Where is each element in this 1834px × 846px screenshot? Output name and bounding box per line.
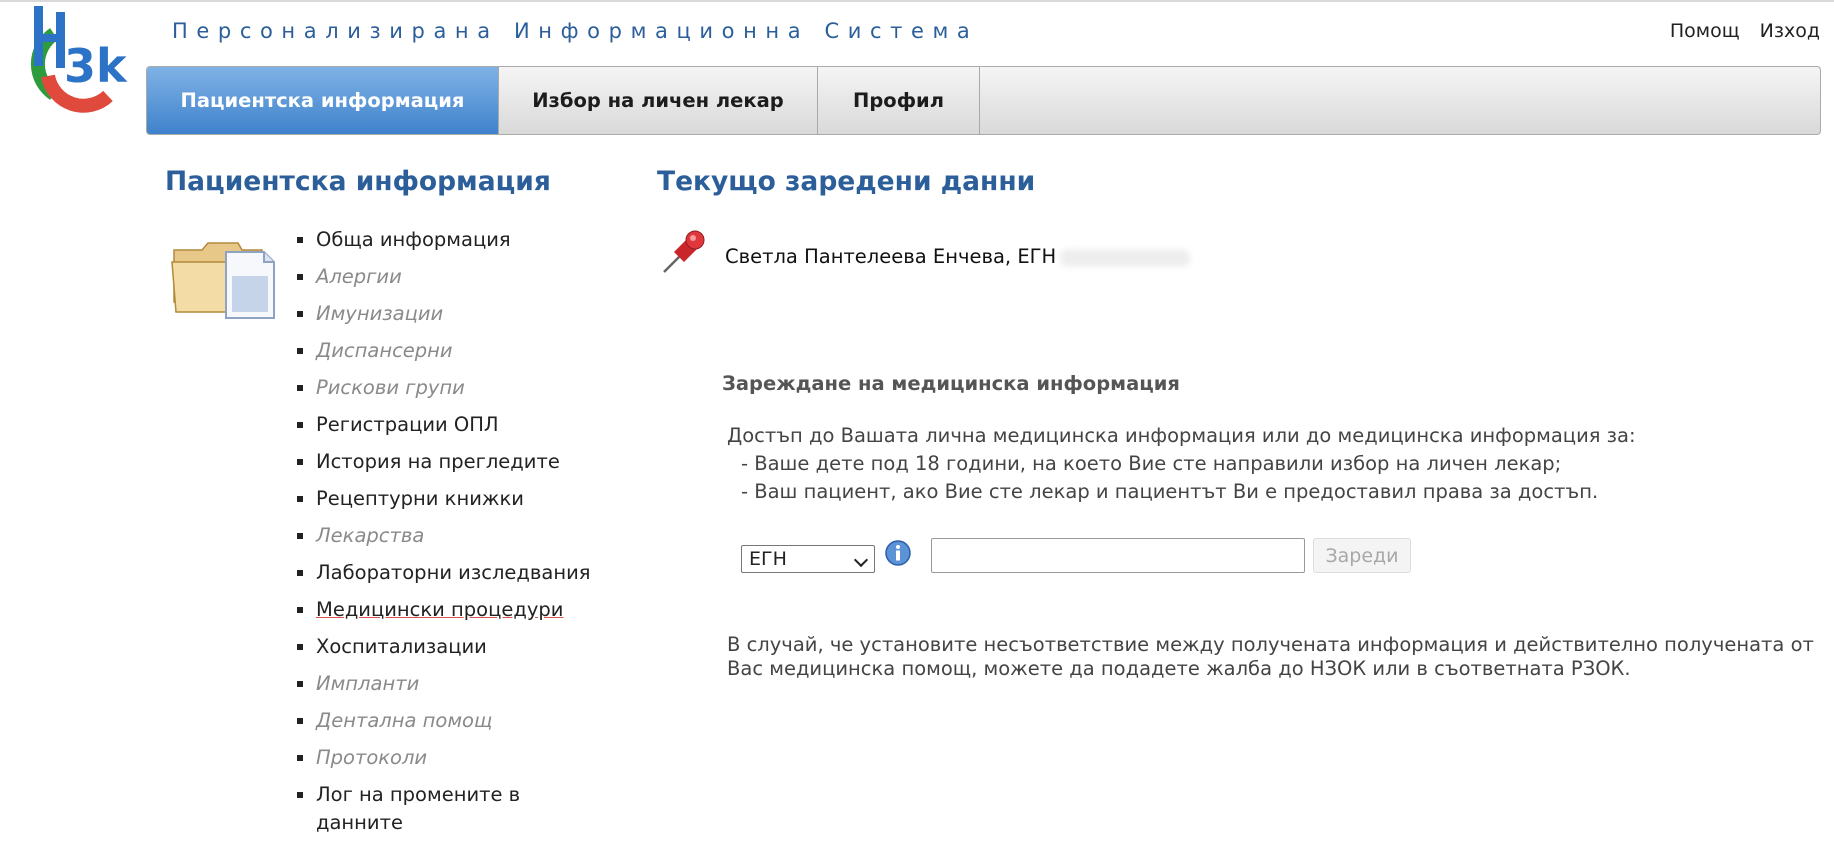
sidebar-item-lab-tests[interactable]: Лабораторни изследвания [270,559,600,587]
sidebar-item-risk-groups: Рискови групи [270,374,600,402]
complaint-note: В случай, че установите несъответствие м… [727,633,1814,680]
system-title: Персонализирана Информационна Система [172,19,979,43]
chevron-down-icon [853,552,869,568]
egn-redacted [1060,248,1191,267]
sidebar-item-change-log[interactable]: Лог на промените в данните [270,781,600,837]
pushpin-icon [663,230,705,273]
sidebar-item-general-info[interactable]: Обща информация [270,226,600,254]
sidebar-item-exam-history[interactable]: История на прегледите [270,448,600,476]
nzok-logo: 3k [30,6,128,113]
sidebar-item-protocols: Протоколи [270,744,600,772]
id-number-input[interactable] [931,538,1305,573]
folder-document-icon [171,242,275,319]
top-border [0,0,1834,2]
main-nav: Пациентска информация Избор на личен лек… [146,66,1821,135]
load-button[interactable]: Зареди [1313,538,1411,573]
sidebar-item-dental-care: Дентална помощ [270,707,600,735]
sidebar-item-allergies: Алергии [270,263,600,291]
sidebar-title: Пациентска информация [165,166,551,197]
id-type-selected: ЕГН [749,548,787,570]
patient-name-egn: Светла Пантелеева Енчева, ЕГН [725,245,1057,268]
top-links: Помощ Изход [1656,20,1820,42]
id-type-select[interactable]: ЕГН [741,545,875,573]
sidebar-item-gp-registrations[interactable]: Регистрации ОПЛ [270,411,600,439]
access-item-child: - Ваше дете под 18 години, на което Вие … [741,452,1562,475]
sidebar-item-implants: Импланти [270,670,600,698]
load-section-title: Зареждане на медицинска информация [722,372,1180,395]
access-intro: Достъп до Вашата лична медицинска информ… [727,424,1636,447]
sidebar-item-dispensary: Диспансерни [270,337,600,365]
sidebar-item-medical-procedures[interactable]: Медицински процедури [270,596,600,624]
info-icon[interactable] [884,539,912,567]
sidebar-item-medications: Лекарства [270,522,600,550]
tab-profile[interactable]: Профил [818,67,980,134]
logout-link[interactable]: Изход [1760,20,1820,42]
tab-patient-info[interactable]: Пациентска информация [147,67,499,134]
sidebar-item-prescription-books[interactable]: Рецептурни книжки [270,485,600,513]
svg-text:3k: 3k [64,39,128,93]
sidebar-item-immunizations: Имунизации [270,300,600,328]
sidebar-menu: Обща информация Алергии Имунизации Диспа… [270,226,600,846]
help-link[interactable]: Помощ [1670,20,1740,42]
current-patient: Светла Пантелеева Енчева, ЕГН [725,245,1191,268]
sidebar-item-medical-procedures-label: Медицински процедури [316,598,564,621]
access-item-patient: - Ваш пациент, ако Вие сте лекар и пацие… [741,480,1599,503]
sidebar-item-hospitalizations[interactable]: Хоспитализации [270,633,600,661]
access-description: Достъп до Вашата лична медицинска информ… [727,422,1636,506]
main-title: Текущо заредени данни [657,166,1036,197]
tab-choose-gp[interactable]: Избор на личен лекар [499,67,818,134]
